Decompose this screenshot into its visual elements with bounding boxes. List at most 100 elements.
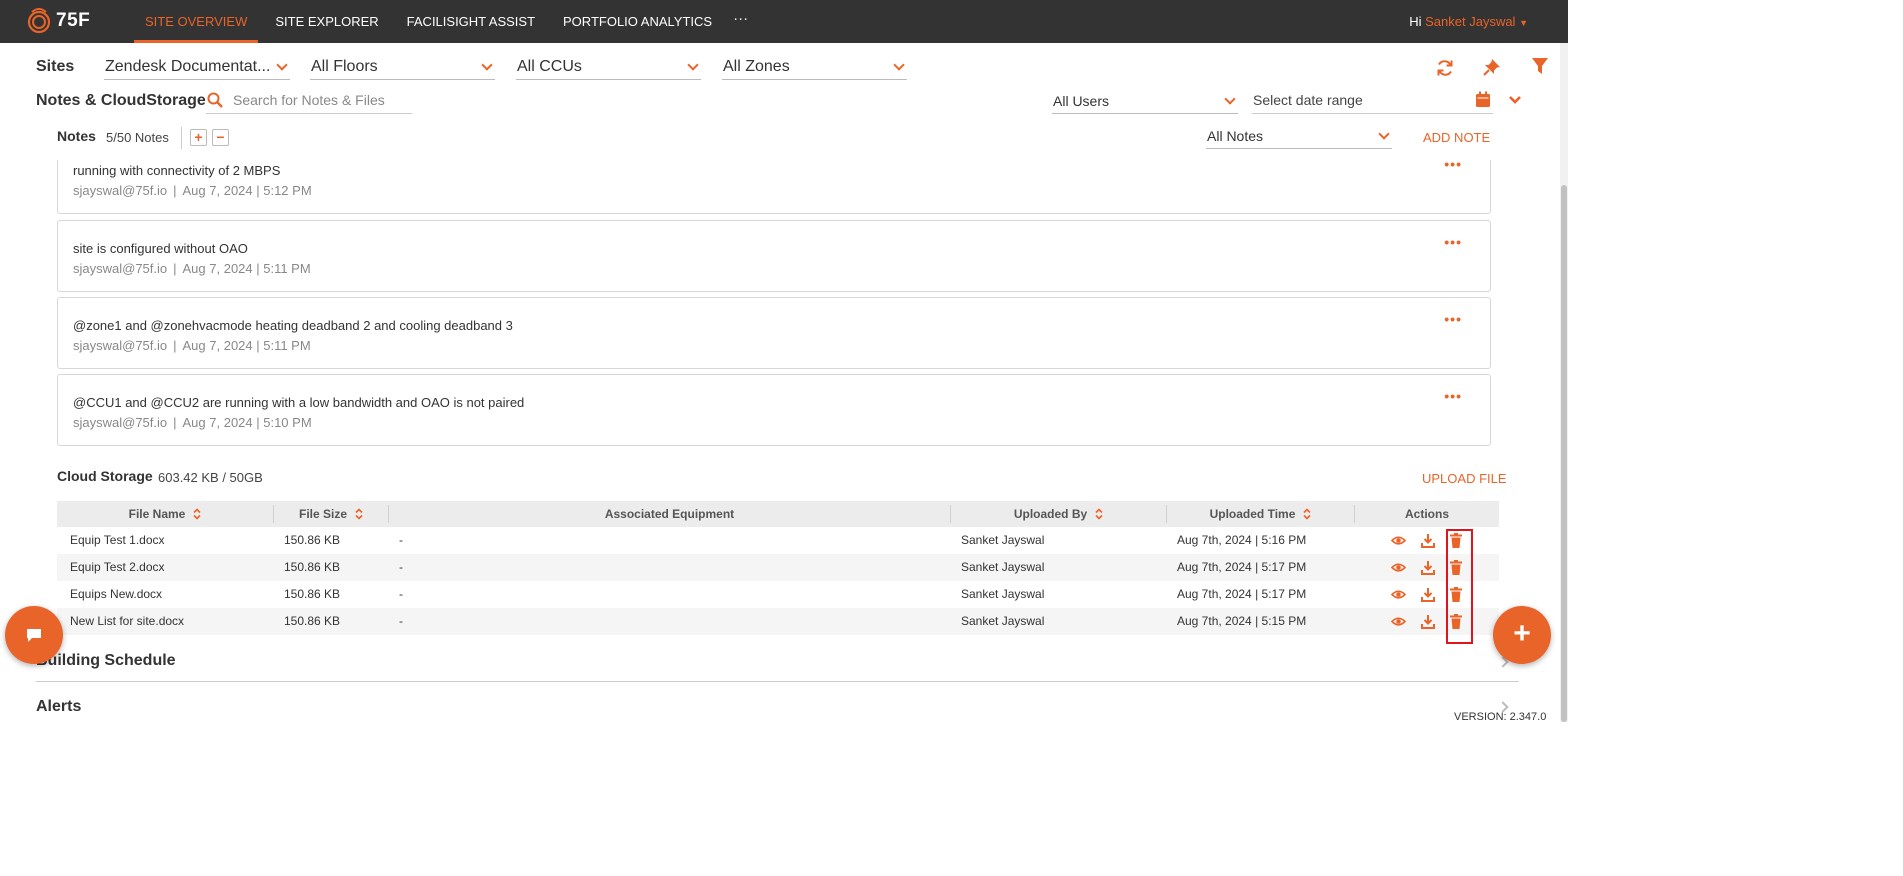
column-header-actions: Actions xyxy=(1404,507,1449,521)
uploaded-by-cell: Sanket Jayswal xyxy=(961,587,1045,601)
uploaded-time-cell: Aug 7th, 2024 | 5:16 PM xyxy=(1177,533,1307,547)
chat-button[interactable] xyxy=(5,606,63,664)
file-name-cell: Equips New.docx xyxy=(70,587,163,601)
refresh-icon[interactable] xyxy=(1436,59,1454,77)
note-meta-separator: | xyxy=(173,415,177,430)
note-author: sjayswal@75f.io xyxy=(73,415,168,430)
note-author: sjayswal@75f.io xyxy=(73,183,168,198)
sort-icon xyxy=(1095,508,1103,520)
note-meta-separator: | xyxy=(173,338,177,353)
chevron-down-icon[interactable]: ▼ xyxy=(1519,18,1528,28)
note-card: running with connectivity of 2 MBPS sjay… xyxy=(57,160,1491,214)
nav-site-overview[interactable]: SITE OVERVIEW xyxy=(134,0,259,43)
chevron-down-icon xyxy=(687,59,699,71)
column-header-file-size[interactable]: File Size xyxy=(274,501,388,527)
note-time: Aug 7, 2024 | 5:11 PM xyxy=(182,338,311,353)
cloud-storage-usage: 603.42 KB / 50GB xyxy=(158,470,263,485)
page-scrollbar-thumb[interactable] xyxy=(1561,185,1567,722)
notes-type-dropdown[interactable]: All Notes xyxy=(1206,127,1392,149)
download-icon[interactable] xyxy=(1421,614,1435,629)
uploaded-by-cell: Sanket Jayswal xyxy=(961,614,1045,628)
collapse-notes-button[interactable]: − xyxy=(212,129,229,146)
collapse-chevron-icon[interactable] xyxy=(1508,94,1522,106)
users-dropdown-value: All Users xyxy=(1053,93,1110,109)
divider xyxy=(36,681,1519,682)
notes-search-input[interactable] xyxy=(233,92,408,108)
chevron-down-icon xyxy=(1378,128,1390,140)
uploaded-time-cell: Aug 7th, 2024 | 5:17 PM xyxy=(1177,587,1307,601)
sort-icon xyxy=(193,508,201,520)
upload-file-button[interactable]: UPLOAD FILE xyxy=(1422,471,1507,486)
note-meta: sjayswal@75f.io | Aug 7, 2024 | 5:10 PM xyxy=(73,415,312,430)
note-text: @zone1 and @zonehvacmode heating deadban… xyxy=(73,318,513,333)
equipment-cell: - xyxy=(399,560,403,574)
more-options-icon[interactable]: ••• xyxy=(1444,235,1462,249)
view-eye-icon[interactable] xyxy=(1391,533,1406,548)
note-text: site is configured without OAO xyxy=(73,241,248,256)
table-row: Equip Test 1.docx 150.86 KB - Sanket Jay… xyxy=(57,527,1499,554)
nav-more-icon[interactable]: ··· xyxy=(723,0,758,43)
zones-dropdown-value: All Zones xyxy=(723,58,790,75)
column-header-file-name[interactable]: File Name xyxy=(57,501,273,527)
filter-icon[interactable] xyxy=(1531,57,1549,75)
date-range-placeholder: Select date range xyxy=(1253,92,1363,108)
equipment-cell: - xyxy=(399,614,403,628)
site-dropdown-value: Zendesk Documentat... xyxy=(105,58,271,75)
user-greeting: Hi Sanket Jayswal ▼ xyxy=(1409,0,1528,45)
top-navigation-bar: 75F SITE OVERVIEW SITE EXPLORER FACILISI… xyxy=(0,0,1568,43)
add-fab-button[interactable]: + xyxy=(1493,606,1551,664)
user-menu-name[interactable]: Sanket Jayswal xyxy=(1425,14,1515,29)
nav-portfolio-analytics[interactable]: PORTFOLIO ANALYTICS xyxy=(552,0,723,43)
notes-label: Notes xyxy=(57,128,96,144)
note-text: @CCU1 and @CCU2 are running with a low b… xyxy=(73,395,525,410)
file-name-cell: New List for site.docx xyxy=(70,614,185,628)
zones-dropdown[interactable]: All Zones xyxy=(722,58,907,80)
table-row: New List for site.docx 150.86 KB - Sanke… xyxy=(57,608,1499,635)
more-options-icon[interactable]: ••• xyxy=(1444,160,1462,171)
note-meta: sjayswal@75f.io | Aug 7, 2024 | 5:12 PM xyxy=(73,183,312,198)
more-options-icon[interactable]: ••• xyxy=(1444,312,1462,326)
note-meta-separator: | xyxy=(173,261,177,276)
nav-facilisight-assist[interactable]: FACILISIGHT ASSIST xyxy=(396,0,546,43)
note-time: Aug 7, 2024 | 5:12 PM xyxy=(182,183,312,198)
expand-notes-button[interactable]: + xyxy=(190,129,207,146)
file-size-cell: 150.86 KB xyxy=(284,560,341,574)
chevron-down-icon xyxy=(1224,93,1236,105)
search-icon xyxy=(207,92,223,108)
column-header-uploaded-time[interactable]: Uploaded Time xyxy=(1167,501,1354,527)
alerts-title[interactable]: Alerts xyxy=(36,698,81,716)
nav-site-explorer[interactable]: SITE EXPLORER xyxy=(264,0,389,43)
uploaded-time-cell: Aug 7th, 2024 | 5:17 PM xyxy=(1177,560,1307,574)
delete-actions-highlight xyxy=(1446,529,1473,644)
view-eye-icon[interactable] xyxy=(1391,587,1406,602)
download-icon[interactable] xyxy=(1421,587,1435,602)
ccus-dropdown[interactable]: All CCUs xyxy=(516,58,701,80)
note-time: Aug 7, 2024 | 5:10 PM xyxy=(182,415,312,430)
75f-logo[interactable]: 75F xyxy=(26,8,98,34)
more-options-icon[interactable]: ••• xyxy=(1444,389,1462,403)
view-eye-icon[interactable] xyxy=(1391,614,1406,629)
uploaded-by-cell: Sanket Jayswal xyxy=(961,560,1045,574)
divider xyxy=(181,127,182,149)
uploaded-time-cell: Aug 7th, 2024 | 5:15 PM xyxy=(1177,614,1307,628)
date-range-picker[interactable]: Select date range xyxy=(1252,90,1493,114)
building-schedule-title[interactable]: Building Schedule xyxy=(36,652,176,670)
sites-label: Sites xyxy=(36,58,75,75)
view-eye-icon[interactable] xyxy=(1391,560,1406,575)
floors-dropdown[interactable]: All Floors xyxy=(310,58,495,80)
column-header-uploaded-by[interactable]: Uploaded By xyxy=(951,501,1166,527)
note-author: sjayswal@75f.io xyxy=(73,338,168,353)
pin-icon[interactable] xyxy=(1483,58,1501,76)
download-icon[interactable] xyxy=(1421,533,1435,548)
table-row: Equip Test 2.docx 150.86 KB - Sanket Jay… xyxy=(57,554,1499,581)
column-header-associated-equipment: Associated Equipment xyxy=(604,507,735,521)
notes-list[interactable]: running with connectivity of 2 MBPS sjay… xyxy=(57,160,1491,450)
main-nav: SITE OVERVIEW SITE EXPLORER FACILISIGHT … xyxy=(134,0,758,43)
site-dropdown[interactable]: Zendesk Documentat... xyxy=(104,58,290,80)
users-dropdown[interactable]: All Users xyxy=(1052,92,1238,114)
ccus-dropdown-value: All CCUs xyxy=(517,58,582,75)
column-label: File Size xyxy=(298,507,348,521)
download-icon[interactable] xyxy=(1421,560,1435,575)
sort-icon xyxy=(1303,508,1311,520)
add-note-button[interactable]: ADD NOTE xyxy=(1423,130,1490,145)
